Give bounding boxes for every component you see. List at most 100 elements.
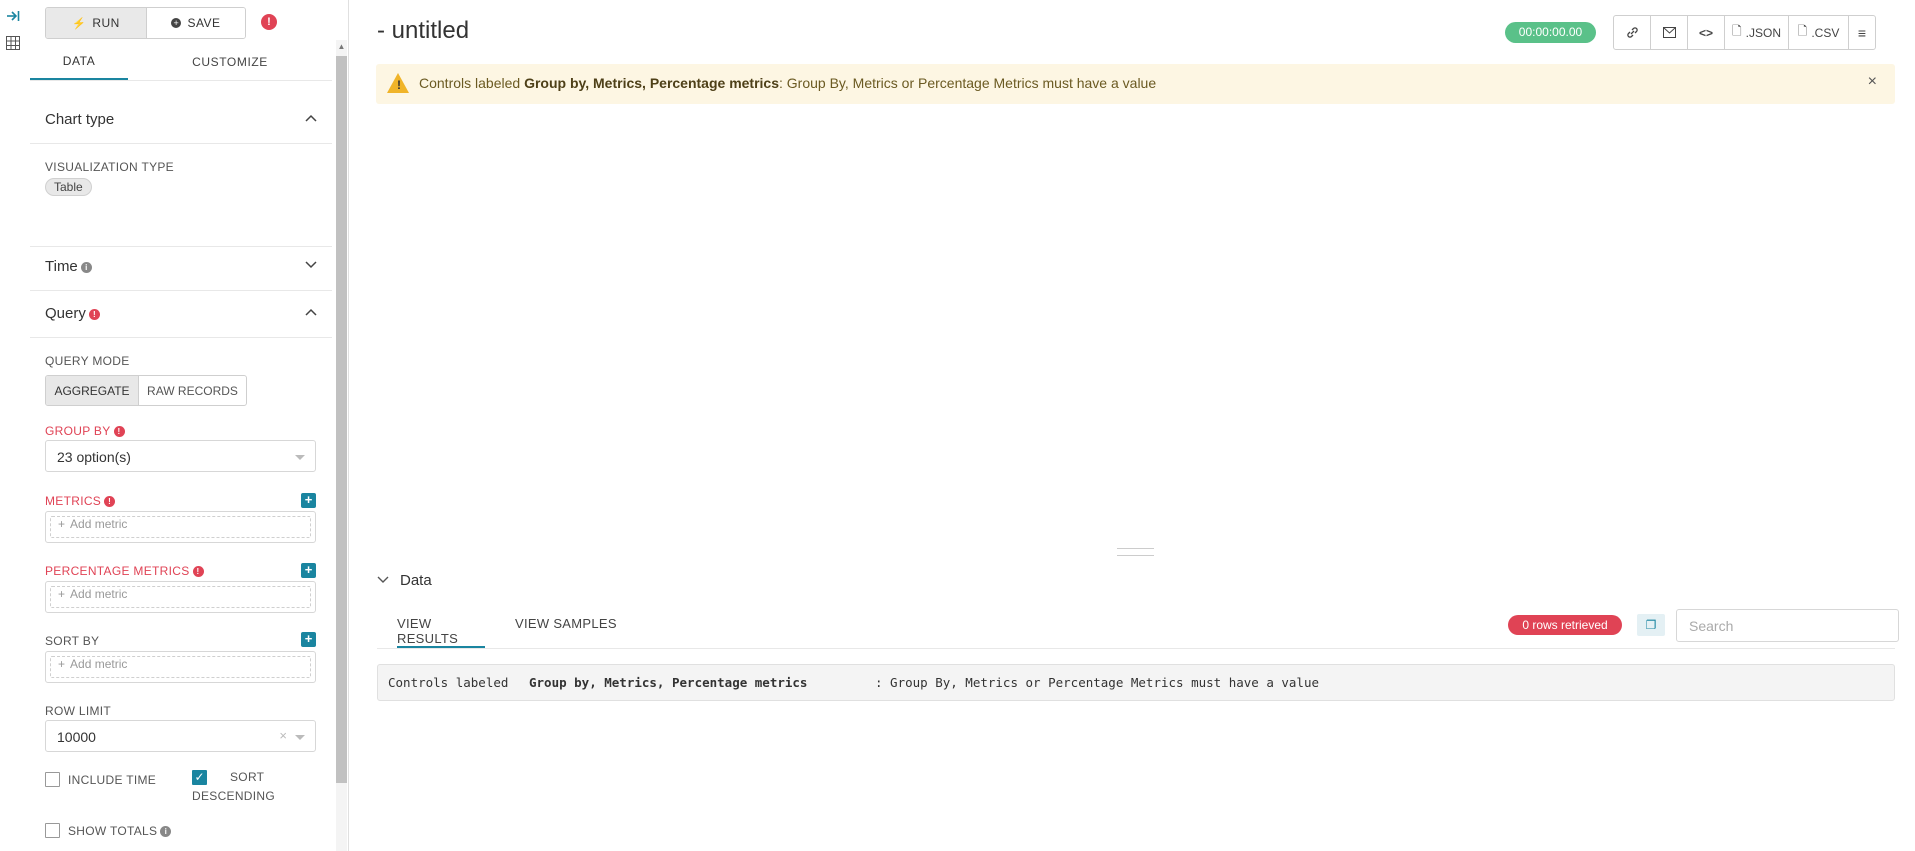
- table-icon[interactable]: [6, 36, 20, 50]
- file-icon: 🗋: [1732, 24, 1742, 38]
- error-icon: !: [88, 308, 100, 320]
- alert-suffix: : Group By, Metrics or Percentage Metric…: [779, 75, 1157, 91]
- chevron-down-icon[interactable]: [304, 260, 318, 270]
- envelope-icon: [1662, 27, 1676, 38]
- info-icon: i: [160, 826, 172, 838]
- row-limit-value: 10000: [57, 729, 96, 745]
- chevron-up-icon[interactable]: [304, 307, 318, 317]
- sort-descending-label-1[interactable]: SORT: [230, 770, 264, 784]
- save-label: SAVE: [187, 16, 221, 30]
- plus-circle-icon: +: [171, 18, 182, 28]
- link-button[interactable]: [1614, 16, 1651, 49]
- query-section[interactable]: Query!: [45, 305, 100, 322]
- divider: [377, 648, 1895, 649]
- more-menu-button[interactable]: ≡: [1849, 16, 1875, 49]
- results-message: Controls labeled Group by, Metrics, Perc…: [377, 664, 1895, 701]
- tab-view-results[interactable]: VIEW RESULTS: [397, 616, 485, 648]
- clear-icon[interactable]: ×: [279, 728, 287, 743]
- sort-by-label: SORT BY: [45, 634, 100, 648]
- query-mode-group: AGGREGATE RAW RECORDS: [45, 375, 247, 406]
- metrics-placeholder: Add metric: [70, 517, 128, 531]
- export-json-button[interactable]: 🗋 .JSON: [1725, 16, 1789, 49]
- add-metric-button[interactable]: +: [301, 493, 316, 508]
- results-msg-suffix: : Group By, Metrics or Percentage Metric…: [875, 675, 1320, 690]
- group-by-select[interactable]: 23 option(s): [45, 440, 316, 472]
- error-icon: !: [113, 426, 125, 438]
- chevron-up-icon[interactable]: [304, 113, 318, 123]
- tab-view-samples[interactable]: VIEW SAMPLES: [515, 616, 617, 648]
- sort-by-field[interactable]: + Add metric: [45, 651, 316, 683]
- add-sort-by-button[interactable]: +: [301, 632, 316, 647]
- sort-descending-checkbox[interactable]: ✓: [192, 770, 207, 785]
- mode-aggregate-button[interactable]: AGGREGATE: [46, 376, 139, 405]
- sort-descending-label-2[interactable]: DESCENDING: [192, 789, 275, 803]
- include-time-checkbox[interactable]: [45, 772, 60, 787]
- run-label: RUN: [92, 16, 120, 30]
- chevron-down-icon[interactable]: [377, 575, 389, 585]
- metrics-add[interactable]: + Add metric: [58, 517, 127, 531]
- time-title: Time: [45, 258, 78, 275]
- divider: [30, 290, 332, 291]
- bolt-icon: ⚡: [72, 17, 87, 30]
- tab-customize[interactable]: CUSTOMIZE: [128, 44, 332, 80]
- scroll-up-arrow-icon[interactable]: ▲: [336, 40, 347, 54]
- percentage-metrics-field[interactable]: + Add metric: [45, 581, 316, 613]
- metrics-label: METRICS: [45, 494, 102, 508]
- results-msg-prefix: Controls labeled: [388, 675, 509, 690]
- sort-by-placeholder: Add metric: [70, 657, 128, 671]
- mode-raw-records-button[interactable]: RAW RECORDS: [139, 376, 246, 405]
- divider: [30, 337, 332, 338]
- search-input[interactable]: Search: [1676, 609, 1899, 642]
- group-by-label: GROUP BY: [45, 424, 111, 438]
- percentage-metrics-add[interactable]: + Add metric: [58, 587, 127, 601]
- visualization-type-pill[interactable]: Table: [45, 178, 92, 196]
- show-totals-checkbox[interactable]: [45, 823, 60, 838]
- run-save-group: ⚡ RUN + SAVE: [45, 7, 246, 39]
- caret-down-icon: [295, 735, 305, 740]
- warning-icon-mark: !: [397, 78, 401, 92]
- embed-button[interactable]: <>: [1688, 16, 1725, 49]
- plus-icon: +: [58, 657, 66, 671]
- plus-icon: +: [58, 587, 66, 601]
- close-icon[interactable]: ×: [1868, 73, 1877, 91]
- error-icon[interactable]: !: [261, 14, 277, 30]
- percentage-metrics-label: PERCENTAGE METRICS: [45, 564, 190, 578]
- hamburger-icon: ≡: [1857, 24, 1867, 41]
- query-mode-label: QUERY MODE: [45, 354, 130, 368]
- add-percentage-metric-button[interactable]: +: [301, 563, 316, 578]
- error-icon: !: [104, 496, 116, 508]
- sort-by-add[interactable]: + Add metric: [58, 657, 127, 671]
- time-section[interactable]: Time i: [45, 258, 92, 275]
- row-limit-select[interactable]: 10000 ×: [45, 720, 316, 752]
- error-icon: !: [192, 566, 204, 578]
- percentage-metrics-label-row: PERCENTAGE METRICS!: [45, 564, 204, 578]
- chart-type-title[interactable]: Chart type: [45, 111, 114, 128]
- metrics-label-row: METRICS!: [45, 494, 116, 508]
- tab-data[interactable]: DATA: [30, 44, 128, 80]
- rows-retrieved-badge: 0 rows retrieved: [1508, 615, 1622, 635]
- query-timer: 00:00:00.00: [1505, 22, 1596, 43]
- link-icon: [1626, 27, 1638, 38]
- show-totals-row[interactable]: SHOW TOTALS i: [68, 824, 172, 838]
- alert-prefix: Controls labeled: [419, 75, 525, 91]
- panel-scrollbar-thumb[interactable]: [336, 56, 347, 783]
- metrics-field[interactable]: + Add metric: [45, 511, 316, 543]
- code-icon: <>: [1698, 25, 1713, 40]
- collapse-icon[interactable]: [6, 9, 20, 23]
- export-csv-button[interactable]: 🗋 .CSV: [1789, 16, 1849, 49]
- email-button[interactable]: [1651, 16, 1688, 49]
- group-by-label-row: GROUP BY!: [45, 424, 125, 438]
- resize-handle[interactable]: [1117, 548, 1154, 556]
- caret-down-icon: [295, 455, 305, 460]
- save-button[interactable]: + SAVE: [147, 8, 245, 38]
- warning-alert: ! Controls labeled Group by, Metrics, Pe…: [376, 64, 1895, 104]
- csv-label: .CSV: [1811, 25, 1840, 40]
- divider: [30, 246, 332, 247]
- data-pane-title[interactable]: Data: [400, 572, 432, 589]
- copy-button[interactable]: ❐: [1637, 614, 1665, 636]
- alert-bold: Group by, Metrics, Percentage metrics: [524, 75, 780, 91]
- json-label: .JSON: [1745, 25, 1781, 40]
- page-title[interactable]: - untitled: [377, 17, 469, 45]
- run-button[interactable]: ⚡ RUN: [46, 8, 147, 38]
- include-time-label[interactable]: INCLUDE TIME: [68, 773, 156, 787]
